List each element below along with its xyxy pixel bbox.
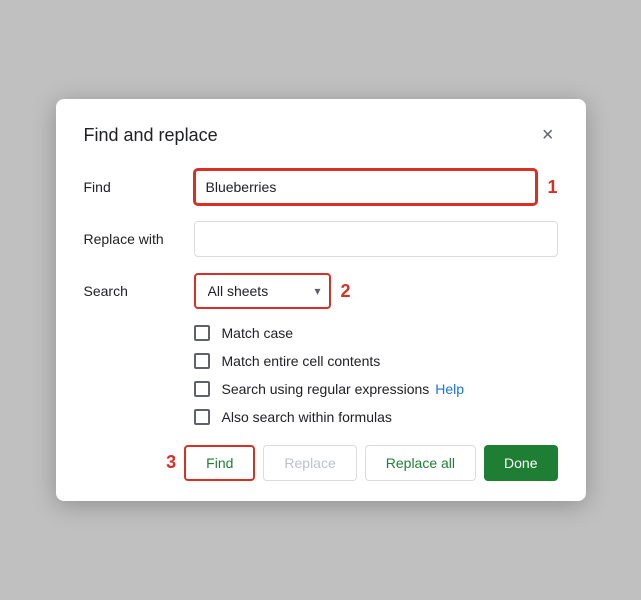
match-entire-label: Match entire cell contents bbox=[222, 353, 381, 369]
search-label: Search bbox=[84, 283, 194, 299]
replace-row: Replace with bbox=[84, 221, 558, 257]
match-case-checkbox[interactable] bbox=[194, 325, 210, 341]
formulas-row: Also search within formulas bbox=[194, 409, 558, 425]
search-dropdown-wrapper: All sheets This sheet Specific range ▾ bbox=[194, 273, 331, 309]
match-case-row: Match case bbox=[194, 325, 558, 341]
find-input[interactable] bbox=[194, 169, 538, 205]
formulas-checkbox[interactable] bbox=[194, 409, 210, 425]
annotation-3: 3 bbox=[166, 452, 176, 473]
dialog-overlay: Find and replace × Find 1 Replace with S… bbox=[0, 0, 641, 600]
find-replace-dialog: Find and replace × Find 1 Replace with S… bbox=[56, 99, 586, 501]
find-row: Find 1 bbox=[84, 169, 558, 205]
search-row: Search All sheets This sheet Specific ra… bbox=[84, 273, 558, 309]
dialog-header: Find and replace × bbox=[84, 123, 558, 147]
search-dropdown[interactable]: All sheets This sheet Specific range bbox=[194, 273, 331, 309]
help-link[interactable]: Help bbox=[435, 381, 464, 397]
match-case-label: Match case bbox=[222, 325, 294, 341]
close-button[interactable]: × bbox=[538, 123, 558, 147]
regex-row: Search using regular expressions Help bbox=[194, 381, 558, 397]
replace-all-button[interactable]: Replace all bbox=[365, 445, 476, 481]
match-entire-checkbox[interactable] bbox=[194, 353, 210, 369]
regex-label: Search using regular expressions bbox=[222, 381, 430, 397]
replace-label: Replace with bbox=[84, 231, 194, 247]
annotation-3-wrapper: 3 Find bbox=[184, 445, 255, 481]
formulas-label: Also search within formulas bbox=[222, 409, 392, 425]
done-button[interactable]: Done bbox=[484, 445, 557, 481]
annotation-2: 2 bbox=[341, 282, 351, 300]
find-button[interactable]: Find bbox=[184, 445, 255, 481]
checkboxes-section: Match case Match entire cell contents Se… bbox=[194, 325, 558, 425]
replace-button[interactable]: Replace bbox=[263, 445, 356, 481]
dialog-footer: 3 Find Replace Replace all Done bbox=[84, 445, 558, 481]
annotation-1: 1 bbox=[547, 178, 557, 196]
find-label: Find bbox=[84, 179, 194, 195]
replace-input[interactable] bbox=[194, 221, 558, 257]
regex-checkbox[interactable] bbox=[194, 381, 210, 397]
dialog-title: Find and replace bbox=[84, 125, 218, 146]
match-entire-row: Match entire cell contents bbox=[194, 353, 558, 369]
